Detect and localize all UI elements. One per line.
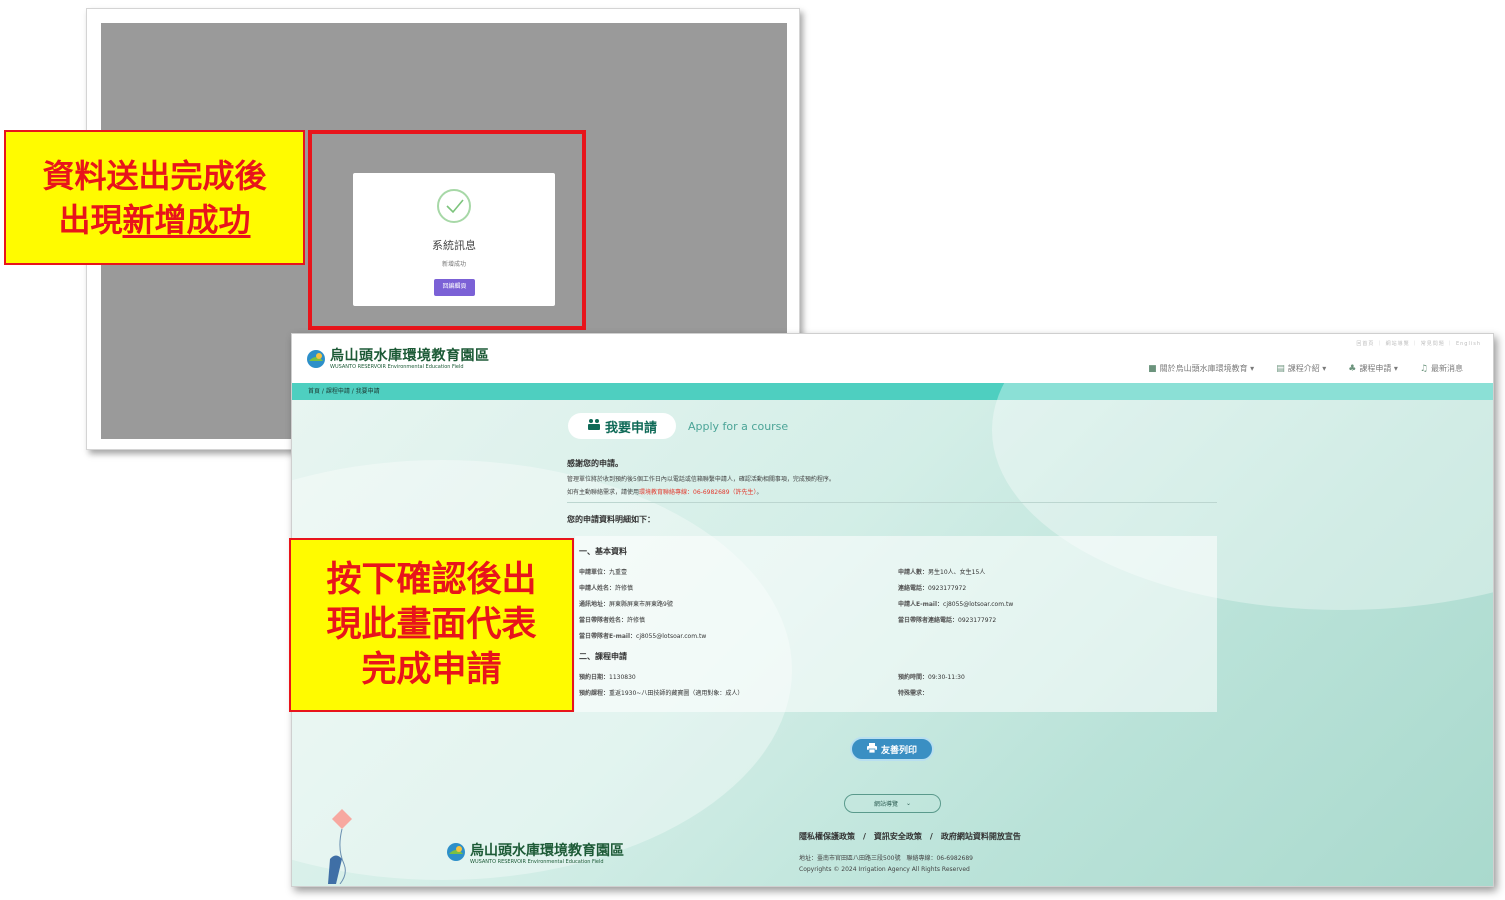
printer-icon — [866, 743, 877, 755]
section-course-title: 二、課程申請 — [579, 652, 627, 661]
logo-title: 烏山頭水庫環境教育園區 — [330, 347, 490, 364]
site-logo[interactable]: 烏山頭水庫環境教育園區 WUSANTO RESERVOIR Environmen… — [306, 346, 490, 372]
callout-complete-note: 按下確認後出 現此畫面代表 完成申請 — [289, 538, 574, 712]
callout-line: 資料送出完成後 — [42, 157, 267, 195]
thanks-text: 感謝您的申請。 — [567, 459, 623, 468]
contact-hotline: 環境教育聯絡專線：06-6982689（許先生） — [639, 489, 757, 496]
field-date: 預約日期：1130830 — [579, 674, 636, 681]
field-time: 預約時間：09:30-11:30 — [898, 674, 965, 681]
field-headcount: 申請人數：男生10人、女生15人 — [898, 569, 986, 576]
footer-policy-links[interactable]: 隱私權保護政策 / 資訊安全政策 / 政府網站資料開放宣告 — [799, 831, 1021, 842]
site-guide-label: 網站導覽 — [873, 802, 898, 808]
logo-emblem-icon — [306, 349, 326, 369]
site-guide-toggle[interactable]: 網站導覽 ⌄ — [844, 794, 941, 813]
contact-line: 如有主動聯絡需求，請使用環境教育聯絡專線：06-6982689（許先生）。 — [567, 489, 763, 496]
page-heading: 我要申請 — [568, 413, 676, 439]
divider — [567, 502, 1217, 503]
field-course: 預約課程：重返1930~八田技師的藏寶圖（適用對象：成人） — [579, 690, 744, 697]
page-heading-zh: 我要申請 — [604, 420, 657, 436]
callout-line: 完成申請 — [361, 650, 502, 690]
field-applicant: 申請人姓名：許修慎 — [579, 585, 634, 592]
callout-line: 現此畫面代表 — [326, 605, 537, 645]
field-address: 通訊地址：屏東縣屏東市屏東路9號 — [579, 601, 673, 608]
callout-line: 出現新增成功 — [58, 201, 251, 239]
print-label: 友善列印 — [880, 744, 917, 755]
logo-emblem-icon — [446, 842, 466, 866]
detail-title: 您的申請資料明細如下： — [567, 515, 655, 524]
logo-subtitle: WUSANTO RESERVOIR Environmental Educatio… — [330, 363, 464, 370]
footer-logo-subtitle: WUSANTO RESERVOIR Environmental Educatio… — [470, 858, 604, 865]
page-heading-en: Apply for a course — [688, 420, 789, 433]
footer-address: 地址：臺南市官田區八田路三段500號 聯絡專線：06-6982689 — [799, 855, 973, 862]
callout-success-note: 資料送出完成後 出現新增成功 — [4, 130, 305, 265]
footer-copyright: Copyrights © 2024 Irrigation Agency All … — [799, 866, 970, 873]
apply-icon — [587, 418, 601, 434]
highlight-frame — [308, 130, 586, 330]
field-leader-email: 當日帶隊者E-mail：cj8055@lotsoar.com.tw — [579, 633, 707, 640]
application-detail-panel: 一、基本資料 申請單位：九重壹 申請人姓名：許修慎 通訊地址：屏東縣屏東市屏東路… — [575, 536, 1217, 712]
notice-line: 管理單位將於收到預約後5個工作日內以電話或信箱聯繫申請人，確認活動相關事項，完成… — [567, 476, 835, 483]
field-special: 特殊需求： — [898, 690, 929, 697]
footer-logo[interactable]: 烏山頭水庫環境教育園區 WUSANTO RESERVOIR Environmen… — [446, 842, 624, 866]
callout-line: 按下確認後出 — [326, 560, 537, 600]
section-basic-title: 一、基本資料 — [579, 547, 627, 556]
field-leader-phone: 當日帶隊者連絡電話：0923177972 — [898, 617, 997, 624]
print-button[interactable]: 友善列印 — [850, 737, 934, 761]
field-org: 申請單位：九重壹 — [579, 569, 628, 576]
field-phone: 連絡電話：0923177972 — [898, 585, 967, 592]
field-applicant-email: 申請人E-mail：cj8055@lotsoar.com.tw — [898, 601, 1014, 608]
kite-illustration-icon — [328, 809, 352, 884]
chevron-down-icon: ⌄ — [905, 801, 912, 807]
footer-logo-title: 烏山頭水庫環境教育園區 — [470, 842, 624, 859]
field-leader: 當日帶隊者姓名：許修慎 — [579, 617, 646, 624]
